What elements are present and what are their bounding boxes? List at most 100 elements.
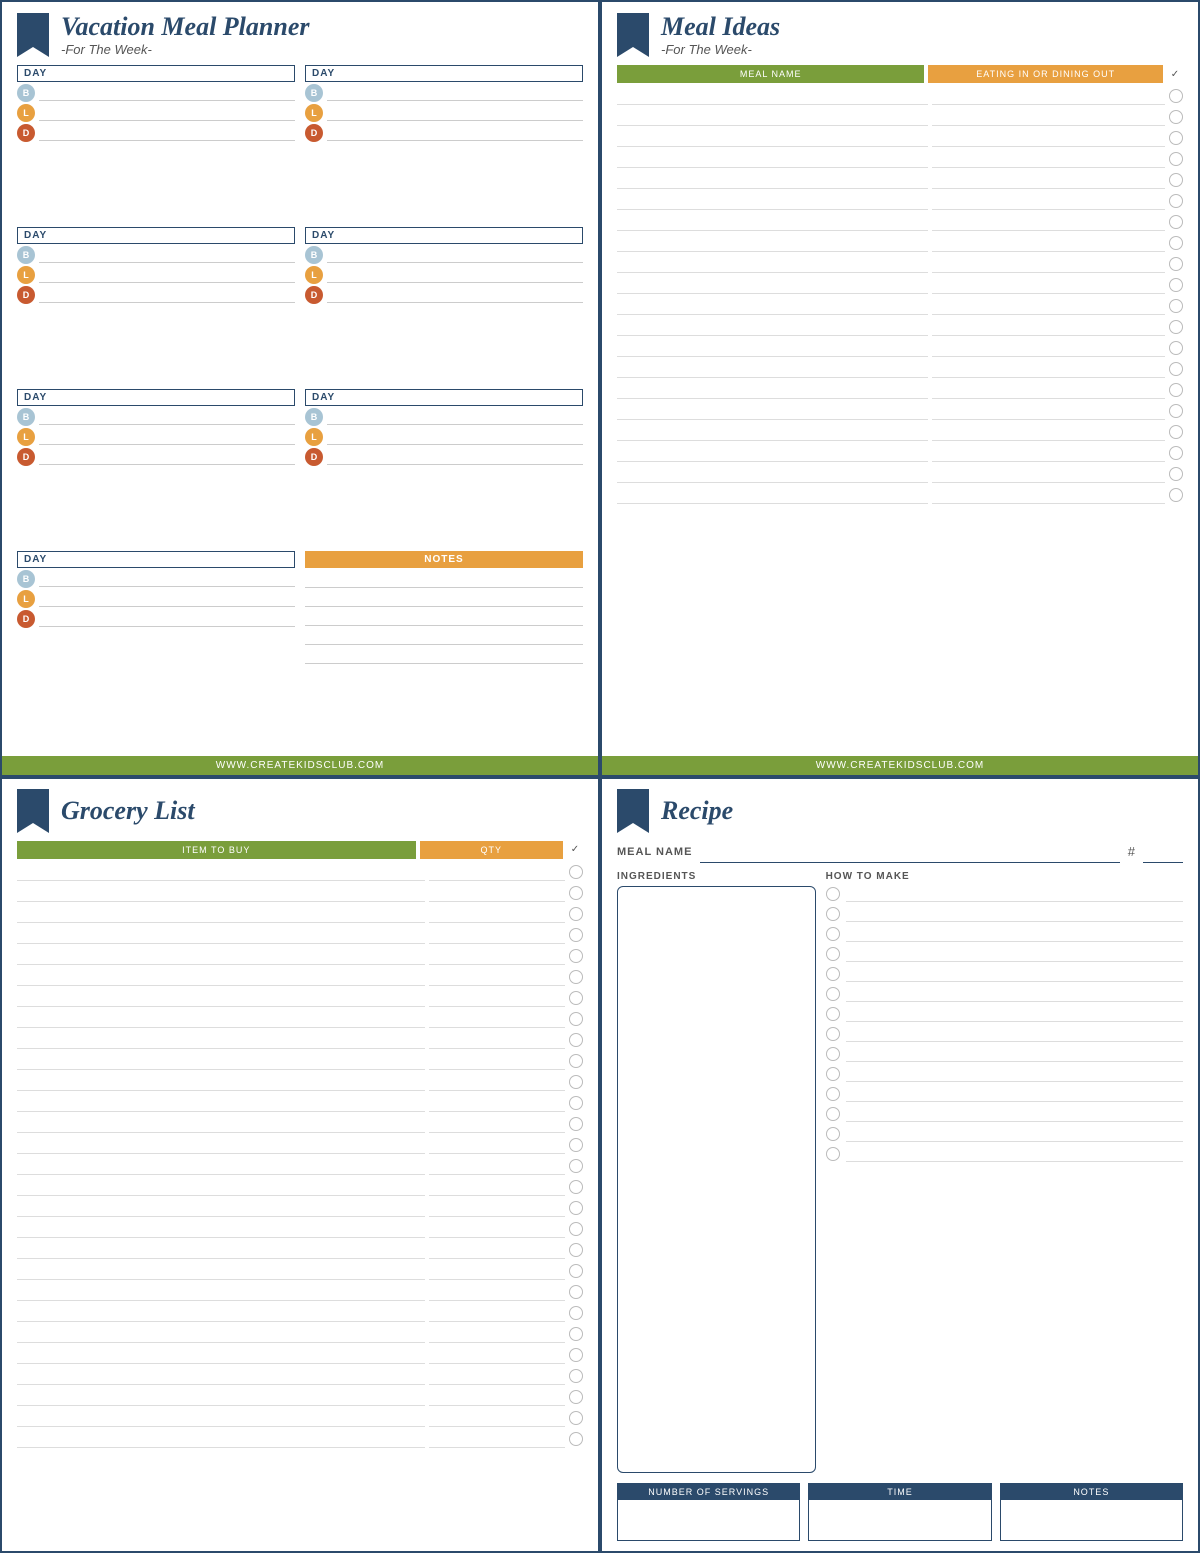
gl-circle — [569, 1012, 583, 1026]
gl-row — [17, 1367, 583, 1385]
r-how-circle — [826, 967, 840, 981]
r-how-rows — [826, 886, 1183, 1474]
gl-circle — [569, 1264, 583, 1278]
gl-row — [17, 863, 583, 881]
day-block-3: DAY B L D — [17, 227, 295, 383]
meal-row-d4: D — [305, 286, 583, 304]
r-servings-content[interactable] — [618, 1500, 799, 1540]
meal-line-d1 — [39, 125, 295, 141]
gl-col-item: ITEM TO BUY — [17, 841, 416, 859]
mi-circle — [1169, 257, 1183, 271]
mi-row — [617, 255, 1183, 273]
r-body: INGREDIENTS HOW TO MAKE — [617, 871, 1183, 1474]
mi-circle — [1169, 299, 1183, 313]
gl-circle — [569, 1075, 583, 1089]
gl-circle — [569, 1201, 583, 1215]
badge-b5: B — [17, 408, 35, 426]
mi-row — [617, 297, 1183, 315]
mi-circle — [1169, 89, 1183, 103]
r-how-row — [826, 986, 1183, 1002]
mi-row — [617, 423, 1183, 441]
gl-circle — [569, 1096, 583, 1110]
gl-circle — [569, 865, 583, 879]
r-how-row — [826, 1106, 1183, 1122]
r-time-content[interactable] — [809, 1500, 990, 1540]
r-how-row — [826, 1066, 1183, 1082]
vp-title-block: Vacation Meal Planner -For The Week- — [61, 12, 309, 57]
meal-row-d7: D — [17, 610, 295, 628]
mi-circle — [1169, 194, 1183, 208]
note-line-2 — [305, 591, 583, 607]
gl-col-check: ✓ — [567, 844, 583, 855]
gl-row — [17, 1010, 583, 1028]
r-how-line — [846, 986, 1183, 1002]
badge-b6: B — [305, 408, 323, 426]
meal-line-l6 — [327, 429, 583, 445]
day-label-7: DAY — [17, 551, 295, 568]
r-ingredients-box[interactable] — [617, 886, 816, 1474]
r-notes-content[interactable] — [1001, 1500, 1182, 1540]
meal-line-d2 — [327, 125, 583, 141]
r-ingredients-label: INGREDIENTS — [617, 871, 816, 882]
mi-row — [617, 339, 1183, 357]
r-hash-input[interactable] — [1143, 841, 1183, 863]
r-how-row — [826, 1006, 1183, 1022]
mi-row — [617, 486, 1183, 504]
grocery-list-section: Grocery List ITEM TO BUY QTY ✓ — [0, 777, 600, 1553]
gl-row — [17, 947, 583, 965]
mi-circle — [1169, 236, 1183, 250]
r-meal-input[interactable] — [700, 841, 1119, 863]
vp-title: Vacation Meal Planner — [61, 12, 309, 42]
r-how-row — [826, 966, 1183, 982]
gl-row — [17, 1178, 583, 1196]
vp-header: Vacation Meal Planner -For The Week- — [17, 12, 583, 57]
badge-d7: D — [17, 610, 35, 628]
gl-circle — [569, 1033, 583, 1047]
meal-row-b3: B — [17, 246, 295, 264]
mi-circle — [1169, 320, 1183, 334]
r-how-circle — [826, 1087, 840, 1101]
badge-d3: D — [17, 286, 35, 304]
mi-circle — [1169, 488, 1183, 502]
meal-line-b1 — [39, 85, 295, 101]
mi-circle — [1169, 467, 1183, 481]
meal-line-b5 — [39, 409, 295, 425]
gl-circle — [569, 1411, 583, 1425]
meal-line-b7 — [39, 571, 295, 587]
r-how-circle — [826, 1047, 840, 1061]
mi-row — [617, 150, 1183, 168]
meal-line-l3 — [39, 267, 295, 283]
mi-bookmark-icon — [617, 13, 649, 57]
day-label-2: DAY — [305, 65, 583, 82]
gl-circle — [569, 970, 583, 984]
meal-line-b3 — [39, 247, 295, 263]
gl-row — [17, 1283, 583, 1301]
r-how-line — [846, 886, 1183, 902]
gl-circle — [569, 1054, 583, 1068]
gl-circle — [569, 1327, 583, 1341]
r-servings-label: NUMBER OF SERVINGS — [618, 1484, 799, 1500]
mi-table-header: MEAL NAME EATING IN OR DINING OUT ✓ — [617, 65, 1183, 83]
mi-row — [617, 213, 1183, 231]
gl-row — [17, 1094, 583, 1112]
meal-line-d3 — [39, 287, 295, 303]
mi-title-block: Meal Ideas -For The Week- — [661, 12, 780, 57]
meal-row-l7: L — [17, 590, 295, 608]
r-meal-label: MEAL NAME — [617, 846, 692, 858]
meal-line-l1 — [39, 105, 295, 121]
gl-circle — [569, 1432, 583, 1446]
gl-row — [17, 1388, 583, 1406]
r-notes-box: NOTES — [1000, 1483, 1183, 1541]
badge-l3: L — [17, 266, 35, 284]
meal-line-b6 — [327, 409, 583, 425]
mi-row — [617, 402, 1183, 420]
gl-row — [17, 1241, 583, 1259]
gl-row — [17, 989, 583, 1007]
mi-circle — [1169, 131, 1183, 145]
recipe-section: Recipe MEAL NAME # INGREDIENTS HOW TO MA… — [600, 777, 1200, 1553]
r-how-row — [826, 1026, 1183, 1042]
day-block-4: DAY B L D — [305, 227, 583, 383]
gl-row — [17, 1031, 583, 1049]
gl-row — [17, 1409, 583, 1427]
r-how-line — [846, 926, 1183, 942]
